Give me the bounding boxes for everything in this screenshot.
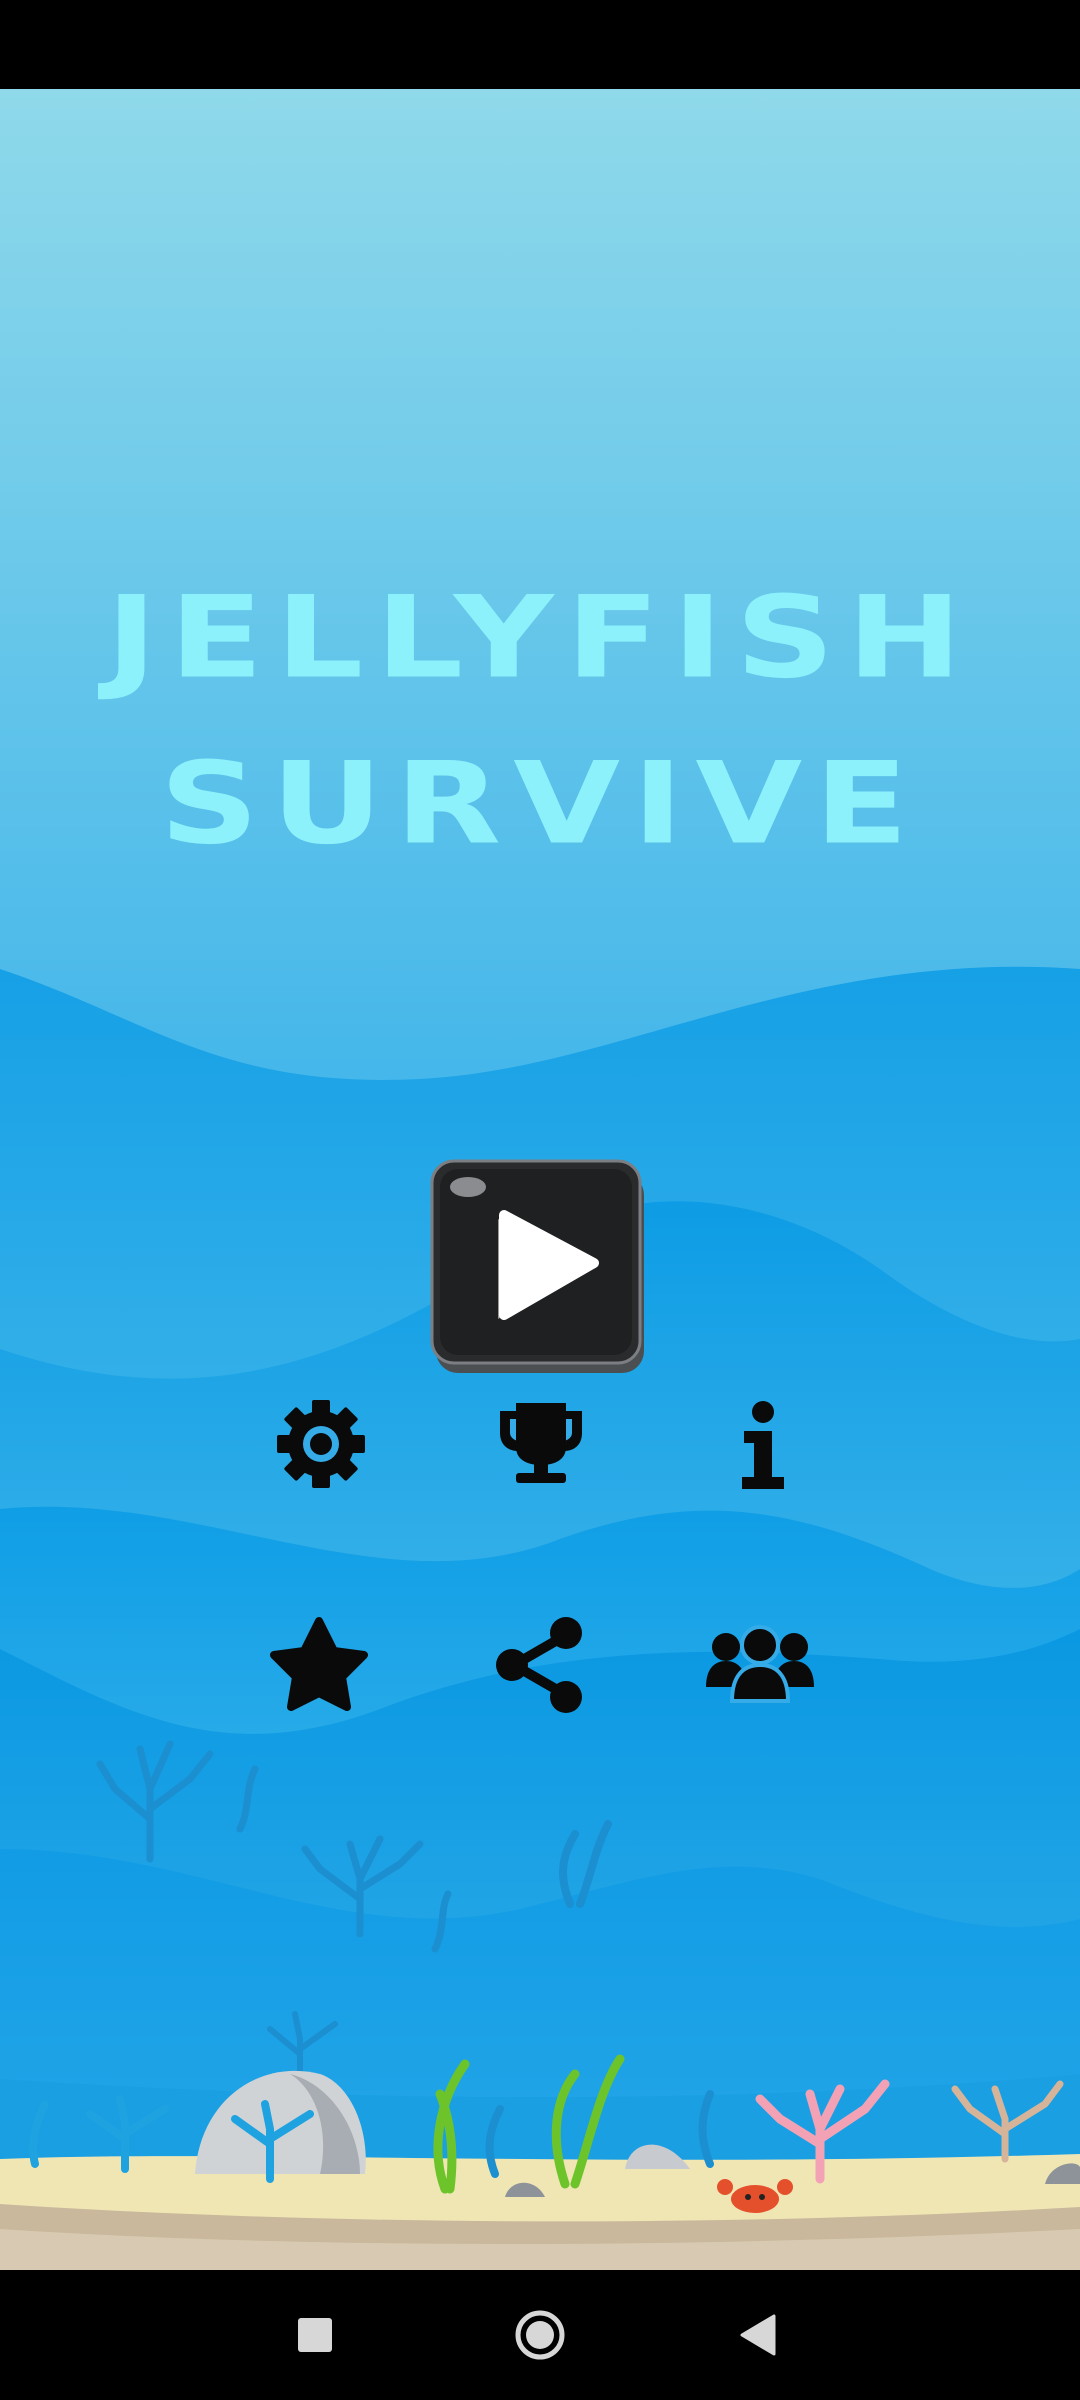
info-icon	[742, 1401, 784, 1489]
star-icon	[270, 1617, 368, 1711]
rate-button[interactable]	[264, 1609, 374, 1719]
group-icon	[706, 1625, 814, 1703]
community-button[interactable]	[700, 1609, 820, 1719]
play-button[interactable]	[430, 1159, 650, 1379]
back-button[interactable]	[722, 2298, 796, 2372]
leaderboard-button[interactable]	[486, 1389, 596, 1499]
recent-apps-square-icon	[298, 2318, 332, 2352]
navigation-bar	[0, 2270, 1080, 2400]
back-triangle-icon	[740, 2314, 776, 2356]
recent-apps-button[interactable]	[278, 2298, 352, 2372]
status-bar	[0, 0, 1080, 89]
share-icon	[496, 1617, 582, 1713]
share-button[interactable]	[486, 1609, 596, 1719]
info-button[interactable]	[708, 1389, 818, 1499]
play-icon	[430, 1159, 644, 1373]
game-scene: JELLYFISH SURVIVE	[0, 89, 1080, 2270]
title-line-2: SURVIVE	[159, 737, 921, 870]
title-line-1: JELLYFISH	[105, 571, 975, 704]
home-circle-icon	[515, 2310, 565, 2360]
settings-button[interactable]	[266, 1389, 376, 1499]
home-button[interactable]	[503, 2298, 577, 2372]
trophy-icon	[500, 1403, 582, 1483]
settings-gear-icon	[277, 1400, 365, 1488]
